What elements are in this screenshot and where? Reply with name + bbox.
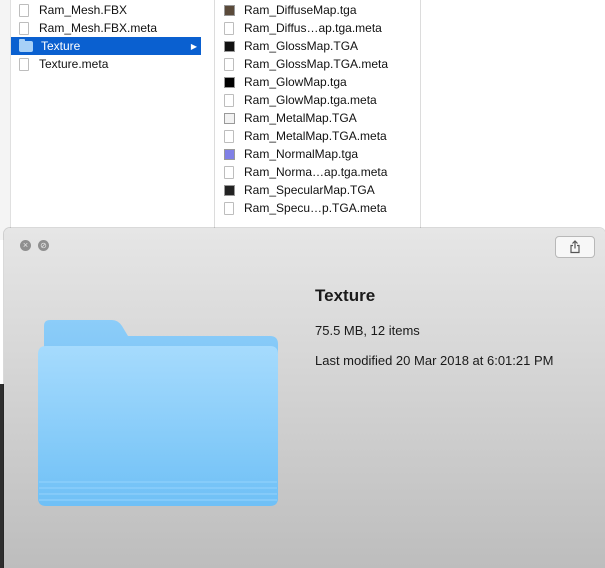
folder-icon bbox=[19, 38, 33, 52]
fullscreen-button[interactable]: ⊘ bbox=[38, 240, 49, 251]
document-icon bbox=[19, 3, 29, 17]
document-icon bbox=[224, 129, 234, 143]
list-item-label: Ram_Mesh.FBX bbox=[39, 3, 128, 17]
list-item-label: Ram_Specu…p.TGA.meta bbox=[244, 201, 387, 215]
document-icon bbox=[224, 93, 234, 107]
list-item[interactable]: Ram_Specu…p.TGA.meta bbox=[224, 199, 387, 217]
folder-icon bbox=[38, 320, 278, 506]
document-icon bbox=[19, 21, 29, 35]
list-item-label: Ram_MetalMap.TGA.meta bbox=[244, 129, 387, 143]
share-icon bbox=[570, 240, 580, 254]
list-item-label: Ram_DiffuseMap.tga bbox=[244, 3, 357, 17]
list-item-label: Ram_GlowMap.tga bbox=[244, 75, 347, 89]
list-item-label: Ram_SpecularMap.TGA bbox=[244, 183, 375, 197]
item-modified-date: Last modified 20 Mar 2018 at 6:01:21 PM bbox=[315, 353, 554, 368]
item-title: Texture bbox=[315, 286, 376, 305]
quicklook-panel: × ⊘ Texture 75.5 MB, 12 items Last modif… bbox=[4, 228, 605, 568]
list-item[interactable]: Ram_MetalMap.TGA.meta bbox=[224, 127, 387, 145]
list-item[interactable]: Ram_Norma…ap.tga.meta bbox=[224, 163, 387, 181]
share-button[interactable] bbox=[555, 236, 595, 258]
image-thumbnail-icon bbox=[224, 76, 235, 88]
finder-sidebar-edge bbox=[0, 0, 11, 240]
list-item[interactable]: Ram_NormalMap.tga bbox=[224, 145, 358, 163]
list-item-label: Ram_MetalMap.TGA bbox=[244, 111, 357, 125]
list-item-label: Ram_Norma…ap.tga.meta bbox=[244, 165, 388, 179]
list-item-label: Texture bbox=[41, 39, 81, 53]
list-item[interactable]: Ram_DiffuseMap.tga bbox=[224, 1, 357, 19]
image-thumbnail-icon bbox=[224, 112, 235, 124]
disclosure-arrow-icon: ▶ bbox=[190, 41, 197, 51]
document-icon bbox=[224, 165, 234, 179]
document-icon bbox=[224, 201, 234, 215]
list-item[interactable]: Ram_Diffus…ap.tga.meta bbox=[224, 19, 382, 37]
document-icon bbox=[19, 57, 29, 71]
list-item[interactable]: Ram_GlowMap.tga.meta bbox=[224, 91, 377, 109]
image-thumbnail-icon bbox=[224, 148, 235, 160]
list-item-label: Texture.meta bbox=[39, 57, 109, 71]
list-item[interactable]: Ram_MetalMap.TGA bbox=[224, 109, 357, 127]
close-button[interactable]: × bbox=[20, 240, 31, 251]
list-item[interactable]: Ram_SpecularMap.TGA bbox=[224, 181, 375, 199]
list-item[interactable]: Texture.meta bbox=[11, 55, 201, 73]
list-item[interactable]: Ram_GlossMap.TGA bbox=[224, 37, 358, 55]
document-icon bbox=[224, 57, 234, 71]
item-size-count: 75.5 MB, 12 items bbox=[315, 323, 420, 338]
fullscreen-icon: ⊘ bbox=[40, 240, 47, 250]
image-thumbnail-icon bbox=[224, 4, 235, 16]
document-icon bbox=[224, 21, 234, 35]
list-item-label: Ram_GlossMap.TGA.meta bbox=[244, 57, 389, 71]
list-item[interactable]: Ram_GlowMap.tga bbox=[224, 73, 347, 91]
list-item-label: Ram_NormalMap.tga bbox=[244, 147, 359, 161]
list-item[interactable]: Ram_Mesh.FBX bbox=[11, 1, 201, 19]
list-item[interactable]: Ram_Mesh.FBX.meta bbox=[11, 19, 201, 37]
column-divider[interactable] bbox=[214, 0, 215, 240]
image-thumbnail-icon bbox=[224, 184, 235, 196]
list-item[interactable]: Ram_GlossMap.TGA.meta bbox=[224, 55, 388, 73]
list-item-label: Ram_GlossMap.TGA bbox=[244, 39, 359, 53]
list-item-label: Ram_GlowMap.tga.meta bbox=[244, 93, 377, 107]
list-item[interactable]: Texture ▶ bbox=[11, 37, 201, 55]
close-icon: × bbox=[22, 240, 29, 250]
column-divider[interactable] bbox=[420, 0, 421, 240]
list-item-label: Ram_Mesh.FBX.meta bbox=[39, 21, 158, 35]
list-item-label: Ram_Diffus…ap.tga.meta bbox=[244, 21, 382, 35]
image-thumbnail-icon bbox=[224, 40, 235, 52]
